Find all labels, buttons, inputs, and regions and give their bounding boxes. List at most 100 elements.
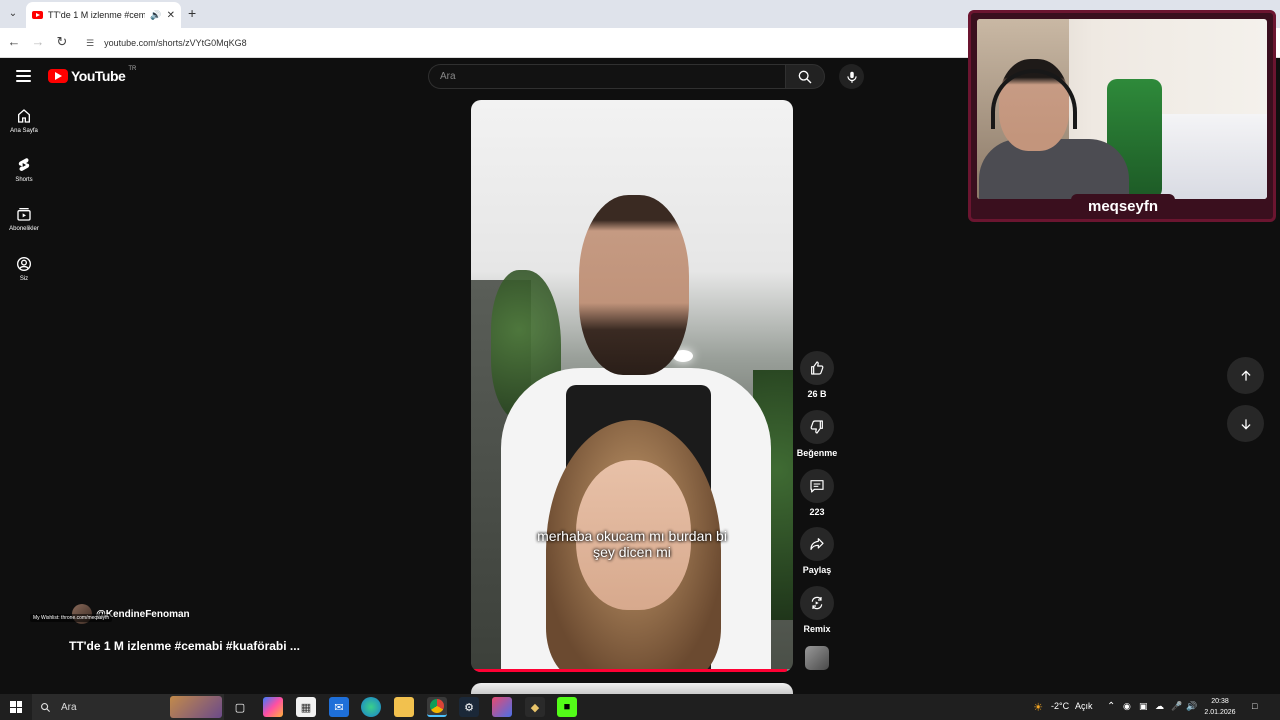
streamer-name: meqseyfn	[1087, 197, 1159, 215]
stream-overlay-wishlist: My Wishlist: throne.com/meqseyfn	[30, 614, 113, 622]
search-icon	[798, 70, 812, 83]
share-circle[interactable]	[800, 527, 834, 561]
windows-taskbar: Ara ▢ ▦ ✉ ⚙ ◆ ■ ☀ -2°C Açık ⌃ ◉ ▣ ☁ 🎤 🔊 …	[0, 694, 1280, 720]
game-launcher-icon[interactable]: ◆	[525, 697, 545, 717]
comment-count: 223	[809, 507, 825, 517]
kick-icon[interactable]: ■	[557, 697, 577, 717]
edge-icon[interactable]	[361, 697, 381, 717]
tray-app-icon[interactable]: ▣	[1139, 701, 1148, 712]
thumbs-up-icon	[811, 361, 824, 375]
sidebar-item-label: Shorts	[15, 177, 33, 183]
share-icon	[810, 538, 824, 550]
sidebar-item-home[interactable]: Ana Sayfa	[0, 108, 48, 134]
sidebar-item-label: Abonelikler	[9, 226, 39, 232]
tab-search-button[interactable]: ⌄	[4, 4, 22, 22]
clock-time: 20:38	[1211, 698, 1229, 705]
tray-chevron-up-icon[interactable]: ⌃	[1107, 701, 1115, 712]
microphone-icon[interactable]: 🎤	[1171, 701, 1182, 712]
task-view-icon[interactable]: ▢	[230, 697, 250, 717]
next-short-button[interactable]	[1227, 405, 1264, 442]
tray-app-icon[interactable]: ☁	[1155, 701, 1164, 712]
tray-app-icon[interactable]: ◉	[1123, 701, 1131, 712]
clock-date: 2.01.2026	[1204, 709, 1236, 716]
like-circle[interactable]	[800, 351, 834, 385]
forward-arrow-icon[interactable]: →	[29, 34, 47, 49]
remix-icon	[811, 596, 823, 610]
comments-circle[interactable]	[800, 469, 834, 503]
like-count: 26 B	[807, 389, 827, 399]
voice-search-button[interactable]	[839, 64, 864, 89]
youtube-favicon-icon	[32, 11, 43, 19]
system-clock[interactable]: 20:38 2.01.2026	[1200, 696, 1240, 718]
caption-line: merhaba okucam mı burdan bi	[537, 528, 727, 544]
dislike-label: Beğenme	[796, 448, 838, 458]
comments-button[interactable]: 223	[796, 469, 838, 517]
file-explorer-icon[interactable]	[394, 697, 414, 717]
subscriptions-icon	[17, 208, 31, 221]
video-title[interactable]: TT'de 1 M izlenme #cemabi #kuaförabi ...	[69, 639, 300, 653]
thumbs-down-icon	[810, 420, 823, 434]
tab-close-icon[interactable]: ✕	[167, 10, 175, 21]
youtube-logo[interactable]: YouTube TR	[48, 66, 137, 84]
sidebar-item-label: Ana Sayfa	[10, 128, 38, 134]
search-button[interactable]	[785, 64, 825, 89]
weather-description[interactable]: Açık	[1075, 701, 1093, 711]
comment-icon	[810, 480, 824, 493]
url-text: youtube.com/shorts/zVYtG0MqKG8	[104, 38, 247, 48]
remix-button[interactable]: Remix	[796, 586, 838, 634]
reload-icon[interactable]: ↻	[53, 34, 71, 50]
shorts-icon	[18, 158, 30, 171]
tab-audio-icon[interactable]: 🔊	[150, 10, 161, 21]
menu-icon[interactable]	[16, 70, 31, 82]
weather-temperature[interactable]: -2°C	[1051, 701, 1069, 711]
webcam-overlay: meqseyfn	[968, 10, 1276, 222]
steam-icon[interactable]: ⚙	[459, 697, 479, 717]
site-info-icon[interactable]: ☰	[86, 38, 94, 49]
webcam-scene-person-body	[979, 139, 1129, 199]
notification-icon[interactable]: □	[1252, 701, 1257, 711]
microphone-icon	[846, 71, 857, 83]
mail-icon[interactable]: ✉	[329, 697, 349, 717]
sound-channel-thumbnail[interactable]	[805, 646, 829, 670]
dislike-button[interactable]: Beğenme	[796, 410, 838, 458]
caption-line: şey dicen mi	[593, 544, 671, 560]
sidebar-item-label: Siz	[19, 276, 29, 282]
short-video-player[interactable]: merhaba okucam mı burdan bi şey dicen mi	[471, 100, 793, 672]
back-arrow-icon[interactable]: ←	[5, 34, 23, 49]
dislike-circle[interactable]	[800, 410, 834, 444]
windows-start-icon[interactable]	[10, 701, 22, 713]
discord-icon[interactable]	[492, 697, 512, 717]
browser-tab[interactable]: TT'de 1 M izlenme #cemab 🔊 ✕	[26, 2, 181, 28]
like-button[interactable]: 26 B	[796, 351, 838, 399]
weather-icon[interactable]: ☀	[1028, 697, 1048, 717]
address-bar[interactable]: ☰ youtube.com/shorts/zVYtG0MqKG8	[80, 32, 980, 54]
search-bar	[428, 64, 825, 89]
store-icon[interactable]: ▦	[296, 697, 316, 717]
arrow-down-icon	[1240, 418, 1251, 430]
webcam-video	[977, 19, 1267, 199]
arrow-up-icon	[1240, 369, 1251, 381]
volume-icon[interactable]: 🔊	[1186, 701, 1197, 712]
new-tab-button[interactable]: +	[188, 5, 196, 21]
country-code: TR	[128, 66, 137, 72]
video-progress-bar[interactable]	[471, 669, 793, 672]
copilot-icon[interactable]	[263, 697, 283, 717]
chrome-icon[interactable]	[427, 697, 447, 717]
search-input[interactable]	[428, 64, 785, 89]
sidebar-item-you[interactable]: Siz	[0, 256, 48, 282]
share-label: Paylaş	[802, 565, 832, 575]
search-icon	[41, 702, 51, 712]
sidebar-item-shorts[interactable]: Shorts	[0, 157, 48, 183]
taskbar-search-text: Ara	[61, 701, 77, 713]
sidebar-item-subscriptions[interactable]: Abonelikler	[0, 206, 48, 232]
video-scene-man-head	[579, 195, 689, 375]
search-highlight-image	[170, 696, 222, 718]
previous-short-button[interactable]	[1227, 357, 1264, 394]
youtube-play-icon	[48, 69, 68, 83]
taskbar-search[interactable]: Ara	[32, 694, 224, 720]
share-button[interactable]: Paylaş	[796, 527, 838, 575]
home-icon	[18, 109, 30, 123]
video-caption: merhaba okucam mı burdan bi şey dicen mi	[471, 528, 793, 560]
remix-circle[interactable]	[800, 586, 834, 620]
webcam-name-plate: meqseyfn	[1071, 194, 1175, 218]
